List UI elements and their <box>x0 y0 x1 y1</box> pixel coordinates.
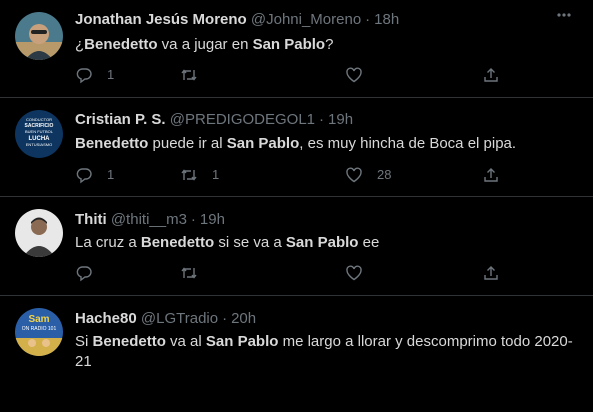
highlighted-term: San Pablo <box>205 333 279 350</box>
text-run: , es muy hincha de Boca el pipa. <box>299 135 517 152</box>
avatar[interactable] <box>15 12 63 60</box>
avatar-image: Sam ON RADIO 101 <box>15 308 63 356</box>
share-button[interactable] <box>482 65 500 85</box>
share-icon <box>484 168 498 182</box>
avatar[interactable] <box>15 209 63 257</box>
reply-button[interactable]: 1 <box>75 165 114 185</box>
tweet-header: Thiti @thiti__m3 · 19h <box>75 210 225 230</box>
user-name[interactable]: Thiti <box>75 211 107 228</box>
user-handle[interactable]: @Johni_Moreno <box>251 11 361 28</box>
text-run: La cruz a <box>75 234 141 251</box>
timestamp[interactable]: 18h <box>374 11 399 28</box>
retweet-button[interactable] <box>180 263 212 283</box>
tweet-text: Benedetto puede ir al San Pablo, es muy … <box>75 134 575 154</box>
tweet[interactable]: CONDUCTOR SACRIFICIO BUEN FUTBOL LUCHA E… <box>0 98 593 197</box>
retweet-icon <box>181 69 197 81</box>
tweet-actions: 1 <box>75 65 500 85</box>
reply-icon <box>76 266 92 282</box>
avatar-word: Sam <box>28 314 49 325</box>
like-icon <box>346 167 362 183</box>
user-name[interactable]: Hache80 <box>75 310 137 327</box>
text-run: ¿ <box>75 36 85 53</box>
avatar-word: ON RADIO 101 <box>22 326 57 332</box>
avatar-word: CONDUCTOR <box>26 117 52 122</box>
highlighted-term: Benedetto <box>92 333 166 350</box>
user-name[interactable]: Cristian P. S. <box>75 111 166 128</box>
retweet-button[interactable]: 1 <box>180 165 219 185</box>
like-icon <box>346 67 362 83</box>
highlighted-term: Benedetto <box>140 234 215 251</box>
text-run: va a jugar en <box>157 36 253 53</box>
avatar-image: CONDUCTOR SACRIFICIO BUEN FUTBOL LUCHA E… <box>15 110 63 158</box>
share-icon <box>484 68 498 82</box>
like-button[interactable]: 28 <box>345 165 391 185</box>
tweet-header: Jonathan Jesús Moreno @Johni_Moreno · 18h <box>75 10 399 30</box>
separator-dot: · <box>190 211 196 228</box>
separator-dot: · <box>222 310 228 327</box>
user-handle[interactable]: @PREDIGODEGOL1 <box>170 111 315 128</box>
like-icon <box>346 265 362 281</box>
text-run: ? <box>325 36 334 53</box>
tweet-actions: 1 1 28 <box>75 165 500 185</box>
reply-button[interactable] <box>75 263 107 283</box>
reply-icon <box>76 168 92 184</box>
avatar-image <box>15 12 63 60</box>
timestamp[interactable]: 20h <box>231 310 256 327</box>
more-icon[interactable] <box>555 6 573 24</box>
tweet-text: La cruz a Benedetto si se va a San Pablo… <box>75 233 575 253</box>
highlighted-term: Benedetto <box>84 36 158 53</box>
separator-dot: · <box>365 11 371 28</box>
text-run: si se va a <box>214 234 286 251</box>
avatar-image <box>15 209 63 257</box>
text-run: ee <box>358 234 380 251</box>
tweet[interactable]: Sam ON RADIO 101 Hache80 @LGTradio · 20h S… <box>0 296 593 412</box>
timestamp[interactable]: 19h <box>328 111 353 128</box>
highlighted-term: San Pablo <box>252 36 326 53</box>
text-run: Si <box>75 333 93 350</box>
tweet-text: ¿Benedetto va a jugar en San Pablo? <box>75 35 575 55</box>
separator-dot: · <box>319 111 325 128</box>
tweet[interactable]: Thiti @thiti__m3 · 19h La cruz a Benedetto… <box>0 197 593 296</box>
share-icon <box>484 266 498 280</box>
reply-count: 1 <box>107 67 115 82</box>
share-button[interactable] <box>482 263 500 283</box>
reply-count: 1 <box>107 167 115 182</box>
tweet-text: Si Benedetto va al San Pablo me largo a … <box>75 332 580 372</box>
text-run: va al <box>165 333 206 350</box>
tweet-header: Hache80 @LGTradio · 20h <box>75 309 256 329</box>
timestamp[interactable]: 19h <box>200 211 225 228</box>
avatar[interactable]: Sam ON RADIO 101 <box>15 308 63 356</box>
avatar-word: BUEN FUTBOL <box>25 129 54 134</box>
text-run: puede ir al <box>148 135 227 152</box>
highlighted-term: San Pablo <box>285 234 359 251</box>
user-handle[interactable]: @thiti__m3 <box>111 211 187 228</box>
reply-icon <box>76 68 92 84</box>
avatar[interactable]: CONDUCTOR SACRIFICIO BUEN FUTBOL LUCHA E… <box>15 110 63 158</box>
reply-button[interactable]: 1 <box>75 65 114 85</box>
retweet-count: 1 <box>212 167 220 182</box>
tweet[interactable]: Jonathan Jesús Moreno @Johni_Moreno · 18h … <box>0 0 593 98</box>
user-handle[interactable]: @LGTradio <box>141 310 218 327</box>
user-name[interactable]: Jonathan Jesús Moreno <box>75 11 247 28</box>
retweet-button[interactable] <box>180 65 212 85</box>
tweet-header: Cristian P. S. @PREDIGODEGOL1 · 19h <box>75 110 353 130</box>
retweet-icon <box>181 169 197 181</box>
like-button[interactable] <box>345 65 377 85</box>
share-button[interactable] <box>482 165 500 185</box>
tweet-feed: Jonathan Jesús Moreno @Johni_Moreno · 18h … <box>0 0 593 412</box>
retweet-icon <box>181 267 197 279</box>
avatar-word: ENTUSIASMO <box>26 142 52 147</box>
like-button[interactable] <box>345 263 377 283</box>
highlighted-term: San Pablo <box>226 135 300 152</box>
tweet-actions <box>75 263 500 283</box>
highlighted-term: Benedetto <box>75 135 149 152</box>
like-count: 28 <box>377 167 392 182</box>
